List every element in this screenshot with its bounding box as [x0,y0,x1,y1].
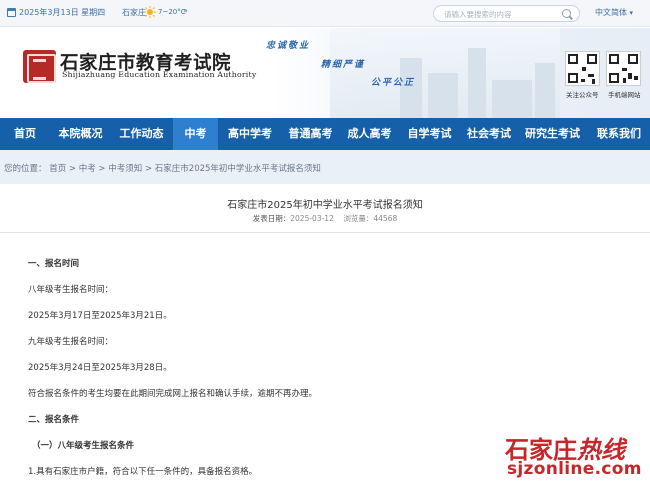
breadcrumb-text[interactable]: 您的位置： 首页 > 中考 > 中考须知 > 石家庄市2025年初中学业水平考试… [4,162,321,174]
qr-code-icon [565,51,600,86]
nav-item-zhongkao[interactable]: 中考 [173,118,218,150]
view-count: 44568 [373,214,398,223]
site-logo-subtitle: Shijiazhuang Education Examination Autho… [62,70,257,79]
divider [0,232,650,233]
slogan: 公平公正 [371,78,416,88]
section-heading: 二、报名条件 [28,415,80,425]
site-watermark: 石家庄热线 sjzonline.com [500,428,650,483]
paragraph: 九年级考生报名时间： [28,337,114,347]
paragraph: 2025年3月24日至2025年3月28日。 [28,363,172,373]
top-bar: 2025年3月13日 星期四 石家庄 7~20°C » 中文简体 ▾ [0,0,650,27]
logo-seal-icon[interactable] [23,50,56,83]
temperature: 7~20°C [158,8,186,16]
article-meta: 发表日期：2025-03-12 浏览量：44568 [0,213,650,224]
publish-date: 2025-03-12 [290,214,334,223]
paragraph: 1.具有石家庄市户籍，符合以下任一条件的，具备报名资格。 [28,467,258,477]
paragraph: 2025年3月17日至2025年3月21日。 [28,311,172,321]
weather-city: 石家庄 [122,8,146,17]
qr-code-label: 关注公众号 [566,91,599,99]
paragraph: 符合报名条件的考生均要在此期间完成网上报名和确认手续，逾期不再办理。 [28,389,318,399]
nav-item-self-study[interactable]: 自学考试 [400,118,459,150]
search-input[interactable] [444,8,554,20]
nav-item-news[interactable]: 工作动态 [111,118,172,150]
paragraph: 八年级考生报名时间： [28,285,114,295]
building-silhouette [400,58,422,118]
nav-item-about[interactable]: 本院概况 [50,118,111,150]
chevron-down-icon: ▾ [629,9,634,17]
nav-item-contact[interactable]: 联系我们 [590,118,648,150]
subsection-heading: （一）八年级考生报名条件 [32,441,135,451]
nav-item-gaokao[interactable]: 普通高考 [281,118,340,150]
nav-item-adult-exam[interactable]: 成人高考 [340,118,399,150]
language-selector[interactable]: 中文简体 ▾ [595,7,633,18]
language-label: 中文简体 [595,8,627,17]
main-nav: 首页 本院概况 工作动态 中考 高中学考 普通高考 成人高考 自学考试 社会考试… [0,118,650,150]
nav-item-social-exam[interactable]: 社会考试 [459,118,519,150]
search-box[interactable] [433,5,580,22]
article-title: 石家庄市2025年初中学业水平考试报名须知 [227,200,423,211]
slogan: 忠诚敬业 [266,41,311,51]
weather-more-link[interactable]: » [183,6,188,15]
building-silhouette [468,48,486,118]
search-icon[interactable] [562,9,571,18]
watermark-domain: sjzonline.com [507,459,642,479]
building-silhouette [535,63,555,118]
nav-item-xuekao[interactable]: 高中学考 [220,118,280,150]
nav-item-graduate-exam[interactable]: 研究生考试 [521,118,584,150]
qr-code-label: 手机端网站 [608,91,641,99]
breadcrumb: 您的位置： 首页 > 中考 > 中考须知 > 石家庄市2025年初中学业水平考试… [0,150,650,184]
building-silhouette [492,80,532,118]
date-label: 发表日期： [252,214,291,223]
nav-item-home[interactable]: 首页 [0,118,50,150]
sun-icon [144,6,156,18]
slogan: 精细严谨 [321,60,366,70]
current-date: 2025年3月13日 星期四 [19,8,106,17]
building-silhouette [428,73,458,118]
section-heading: 一、报名时间 [28,259,80,269]
calendar-icon [7,8,16,17]
views-label: 浏览量： [343,214,374,223]
site-header: 石家庄市教育考试院 Shijiazhuang Education Examina… [0,28,650,118]
qr-code-icon [606,51,641,86]
